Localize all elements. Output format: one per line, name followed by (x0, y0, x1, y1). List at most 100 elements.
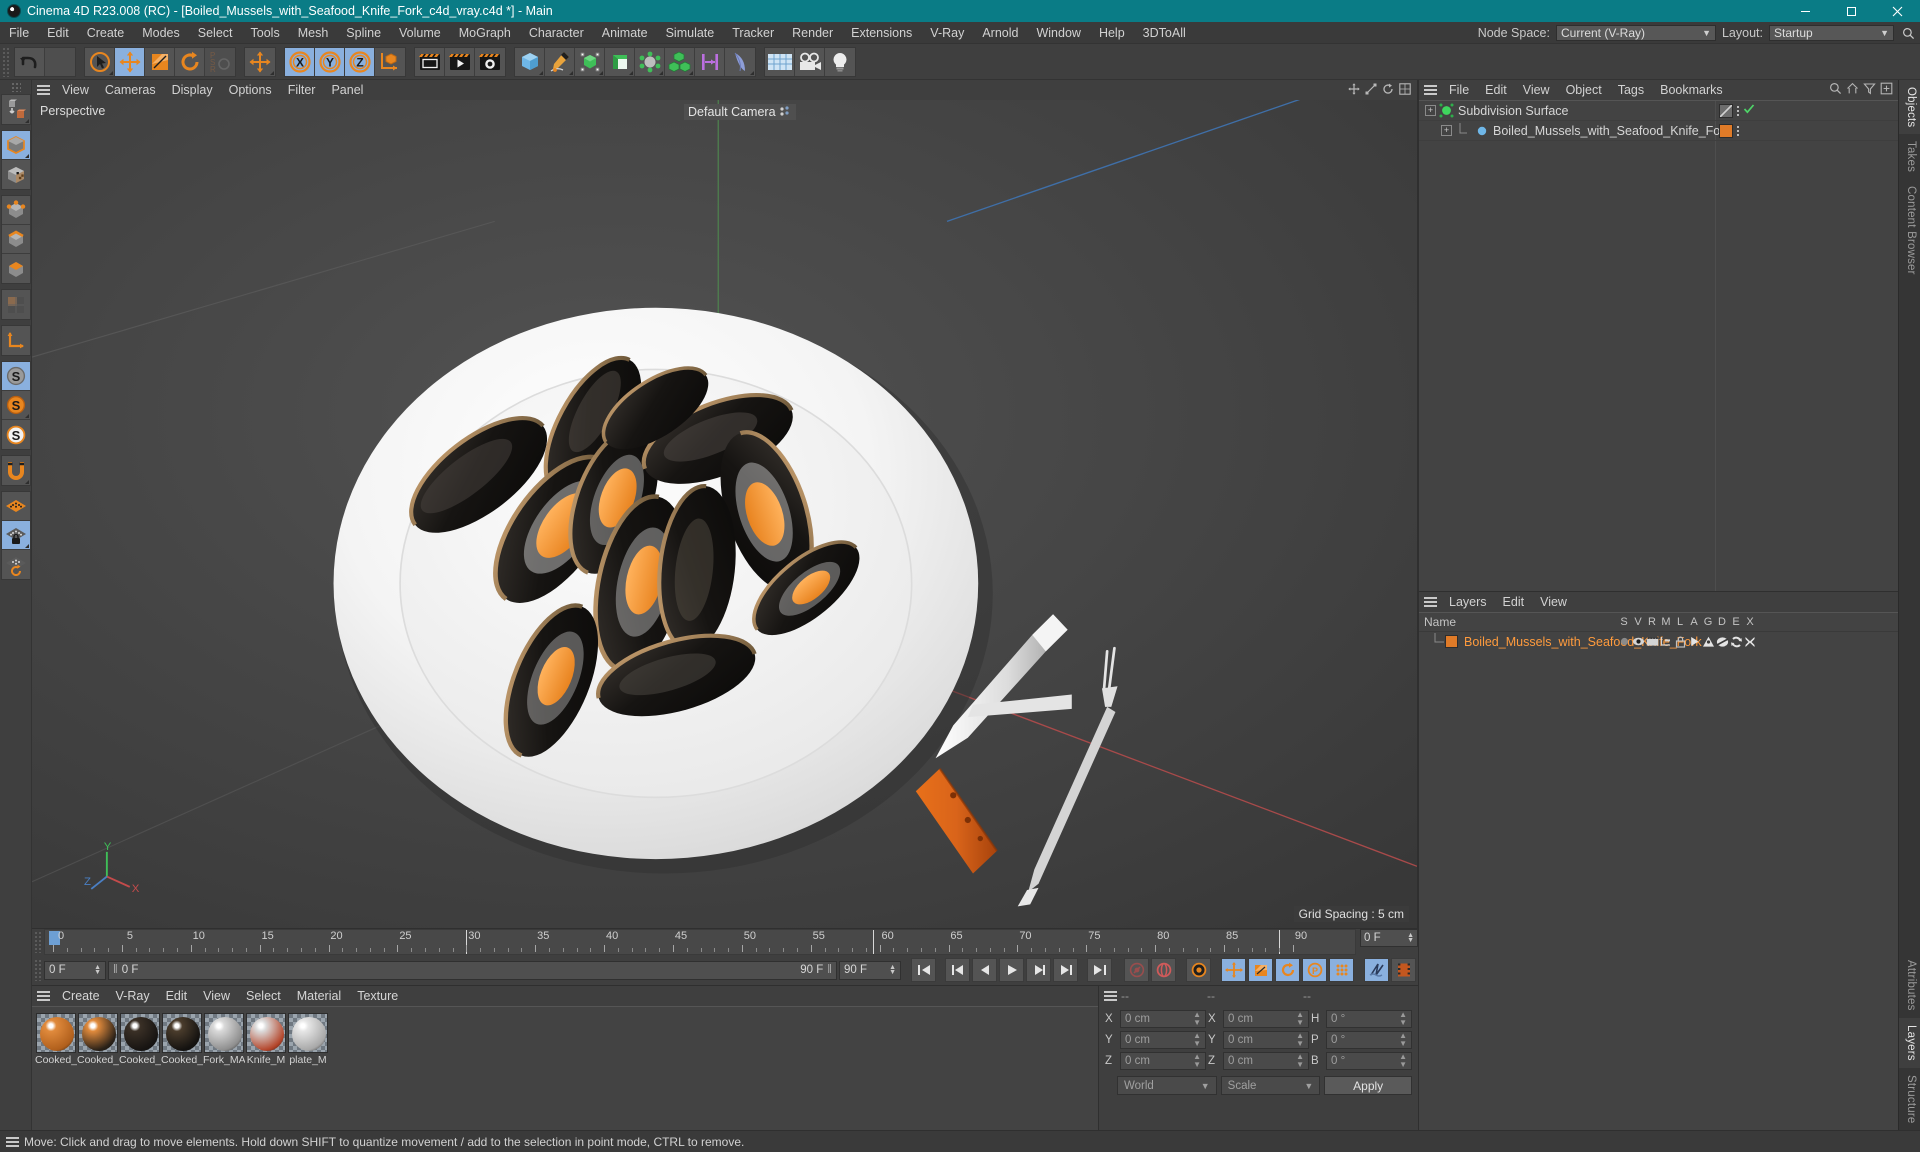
expressions-flag-icon[interactable] (1729, 635, 1743, 649)
menu-item-modes[interactable]: Modes (133, 22, 189, 44)
timeline-controls-grip[interactable] (34, 959, 42, 981)
world-object-axis-button[interactable] (1, 326, 30, 355)
go-to-next-key-button[interactable] (1053, 958, 1078, 982)
material-item[interactable]: plate_M (288, 1013, 328, 1124)
minimize-button[interactable] (1782, 0, 1828, 22)
close-button[interactable] (1874, 0, 1920, 22)
home-icon[interactable] (1846, 82, 1859, 98)
scale-view-icon[interactable] (1365, 83, 1377, 98)
timeline-view-button[interactable] (1391, 958, 1416, 982)
timeline-start-frame-field[interactable]: 0 F ▲ ▼ (44, 960, 106, 980)
texture-mode-button[interactable] (1, 160, 30, 189)
scene-nodes-button[interactable] (695, 47, 725, 76)
view-flag-icon[interactable] (1631, 635, 1645, 649)
timeline-preview-end-field[interactable]: 90 F ▲ ▼ (839, 960, 901, 980)
menu-item-tracker[interactable]: Tracker (723, 22, 783, 44)
timeline-frame-field[interactable]: 0 F ▲ ▼ (1360, 929, 1418, 947)
layers-menu-view[interactable]: View (1532, 592, 1575, 612)
coord-input-pos-z[interactable]: 0 cm ▲ ▼ (1120, 1052, 1206, 1070)
cube-primitive-button[interactable] (515, 47, 545, 76)
layer-flag-header[interactable]: A (1687, 616, 1701, 628)
objects-menu-file[interactable]: File (1441, 80, 1477, 100)
coordinate-system-select[interactable]: World ▼ (1117, 1076, 1217, 1095)
layer-flag-header[interactable]: R (1645, 616, 1659, 628)
objects-menu-object[interactable]: Object (1558, 80, 1610, 100)
dynamics-button[interactable] (1364, 958, 1389, 982)
status-hamburger-icon[interactable] (0, 1136, 24, 1147)
coord-input-size-z[interactable]: 0 cm ▲ ▼ (1223, 1052, 1309, 1070)
layers-menu-edit[interactable]: Edit (1495, 592, 1533, 612)
spinner-icon[interactable]: ▲ ▼ (1193, 1053, 1201, 1069)
menu-item-volume[interactable]: Volume (390, 22, 450, 44)
menu-item-help[interactable]: Help (1090, 22, 1134, 44)
viewport-hamburger-icon[interactable] (32, 85, 54, 95)
model-mode-button[interactable] (1, 131, 30, 160)
viewport-menu-options[interactable]: Options (221, 80, 280, 100)
material-thumbnail[interactable] (162, 1013, 202, 1053)
scale-tool-button[interactable] (145, 47, 175, 76)
go-to-previous-frame-button[interactable] (972, 958, 997, 982)
render-flag-icon[interactable] (1645, 635, 1659, 649)
material-menu-create[interactable]: Create (54, 986, 108, 1006)
maximize-viewport-icon[interactable] (1399, 82, 1411, 98)
objects-menu-tags[interactable]: Tags (1610, 80, 1652, 100)
coord-input-pos-x[interactable]: 0 cm ▲ ▼ (1120, 1010, 1206, 1028)
material-item[interactable]: Fork_MA (203, 1013, 245, 1124)
coord-input-size-x[interactable]: 0 cm ▲ ▼ (1223, 1010, 1309, 1028)
menu-item-mograph[interactable]: MoGraph (450, 22, 520, 44)
material-item[interactable]: Cooked_ (161, 1013, 203, 1124)
floor-environment-button[interactable] (765, 47, 795, 76)
generators-flag-icon[interactable] (1701, 635, 1715, 649)
material-item[interactable]: Cooked_ (77, 1013, 119, 1124)
viewport-menu-cameras[interactable]: Cameras (97, 80, 164, 100)
menu-item-create[interactable]: Create (78, 22, 134, 44)
menu-item-file[interactable]: File (0, 22, 38, 44)
extrude-nurbs-button[interactable] (605, 47, 635, 76)
viewport-menu-view[interactable]: View (54, 80, 97, 100)
menu-item-spline[interactable]: Spline (337, 22, 390, 44)
axis-z-button[interactable]: Z (345, 47, 375, 76)
redo-button[interactable] (45, 47, 75, 76)
move-view-icon[interactable] (1348, 82, 1360, 98)
menu-item-render[interactable]: Render (783, 22, 842, 44)
spinner-icon[interactable]: ▲ ▼ (1399, 1011, 1407, 1027)
point-level-animation-button[interactable] (1329, 958, 1354, 982)
layers-list[interactable]: Name SVRMLAGDEX Boiled_Mussels_with_Seaf… (1419, 612, 1898, 1130)
timeline-range-bar[interactable]: ‖ 0 F 90 F ‖ (108, 960, 837, 980)
light-button[interactable] (825, 47, 855, 76)
coord-input-rot-p[interactable]: 0 ° ▲ ▼ (1326, 1031, 1412, 1049)
material-menu-vray[interactable]: V-Ray (108, 986, 158, 1006)
layer-color-tag-icon[interactable] (1719, 123, 1733, 138)
menu-item-simulate[interactable]: Simulate (657, 22, 724, 44)
coordinates-hamburger-icon[interactable] (1099, 991, 1121, 1001)
viewport-menu-filter[interactable]: Filter (280, 80, 324, 100)
layer-color-swatch[interactable] (1445, 635, 1458, 648)
toolbar-grip[interactable] (2, 46, 10, 77)
objects-tree[interactable]: + Subdivision Surface + Boiled_Mussels_w… (1419, 100, 1898, 591)
solo-flag-icon[interactable] (1617, 635, 1631, 649)
points-mode-button[interactable] (1, 196, 30, 225)
layer-flag-header[interactable]: D (1715, 616, 1729, 628)
filter-icon[interactable] (1863, 82, 1876, 98)
material-item[interactable]: Cooked_ (35, 1013, 77, 1124)
animation-flag-icon[interactable] (1687, 635, 1701, 649)
layer-flag-header[interactable]: G (1701, 616, 1715, 628)
position-key-button[interactable] (1221, 958, 1246, 982)
lock-workplane-button[interactable] (1, 521, 30, 550)
axis-x-button[interactable]: X (285, 47, 315, 76)
scale-key-button[interactable] (1248, 958, 1273, 982)
menu-item-mesh[interactable]: Mesh (289, 22, 338, 44)
timeline-ruler[interactable]: 0 5 10 15 20 25 30 35 40 45 50 55 60 65 70 75 80 85 90 (44, 929, 1356, 955)
rotate-tool-button[interactable] (175, 47, 205, 76)
record-active-objects-button[interactable] (1124, 958, 1149, 982)
material-menu-texture[interactable]: Texture (349, 986, 406, 1006)
objects-menu-view[interactable]: View (1515, 80, 1558, 100)
layer-flag-header[interactable]: M (1659, 616, 1673, 628)
material-menu-edit[interactable]: Edit (158, 986, 196, 1006)
maximize-button[interactable] (1828, 0, 1874, 22)
live-selection-button[interactable] (85, 47, 115, 76)
tab-structure[interactable]: Structure (1899, 1068, 1920, 1130)
menu-item-edit[interactable]: Edit (38, 22, 78, 44)
tag-dots-icon[interactable] (1737, 105, 1739, 116)
objects-hamburger-icon[interactable] (1419, 85, 1441, 95)
